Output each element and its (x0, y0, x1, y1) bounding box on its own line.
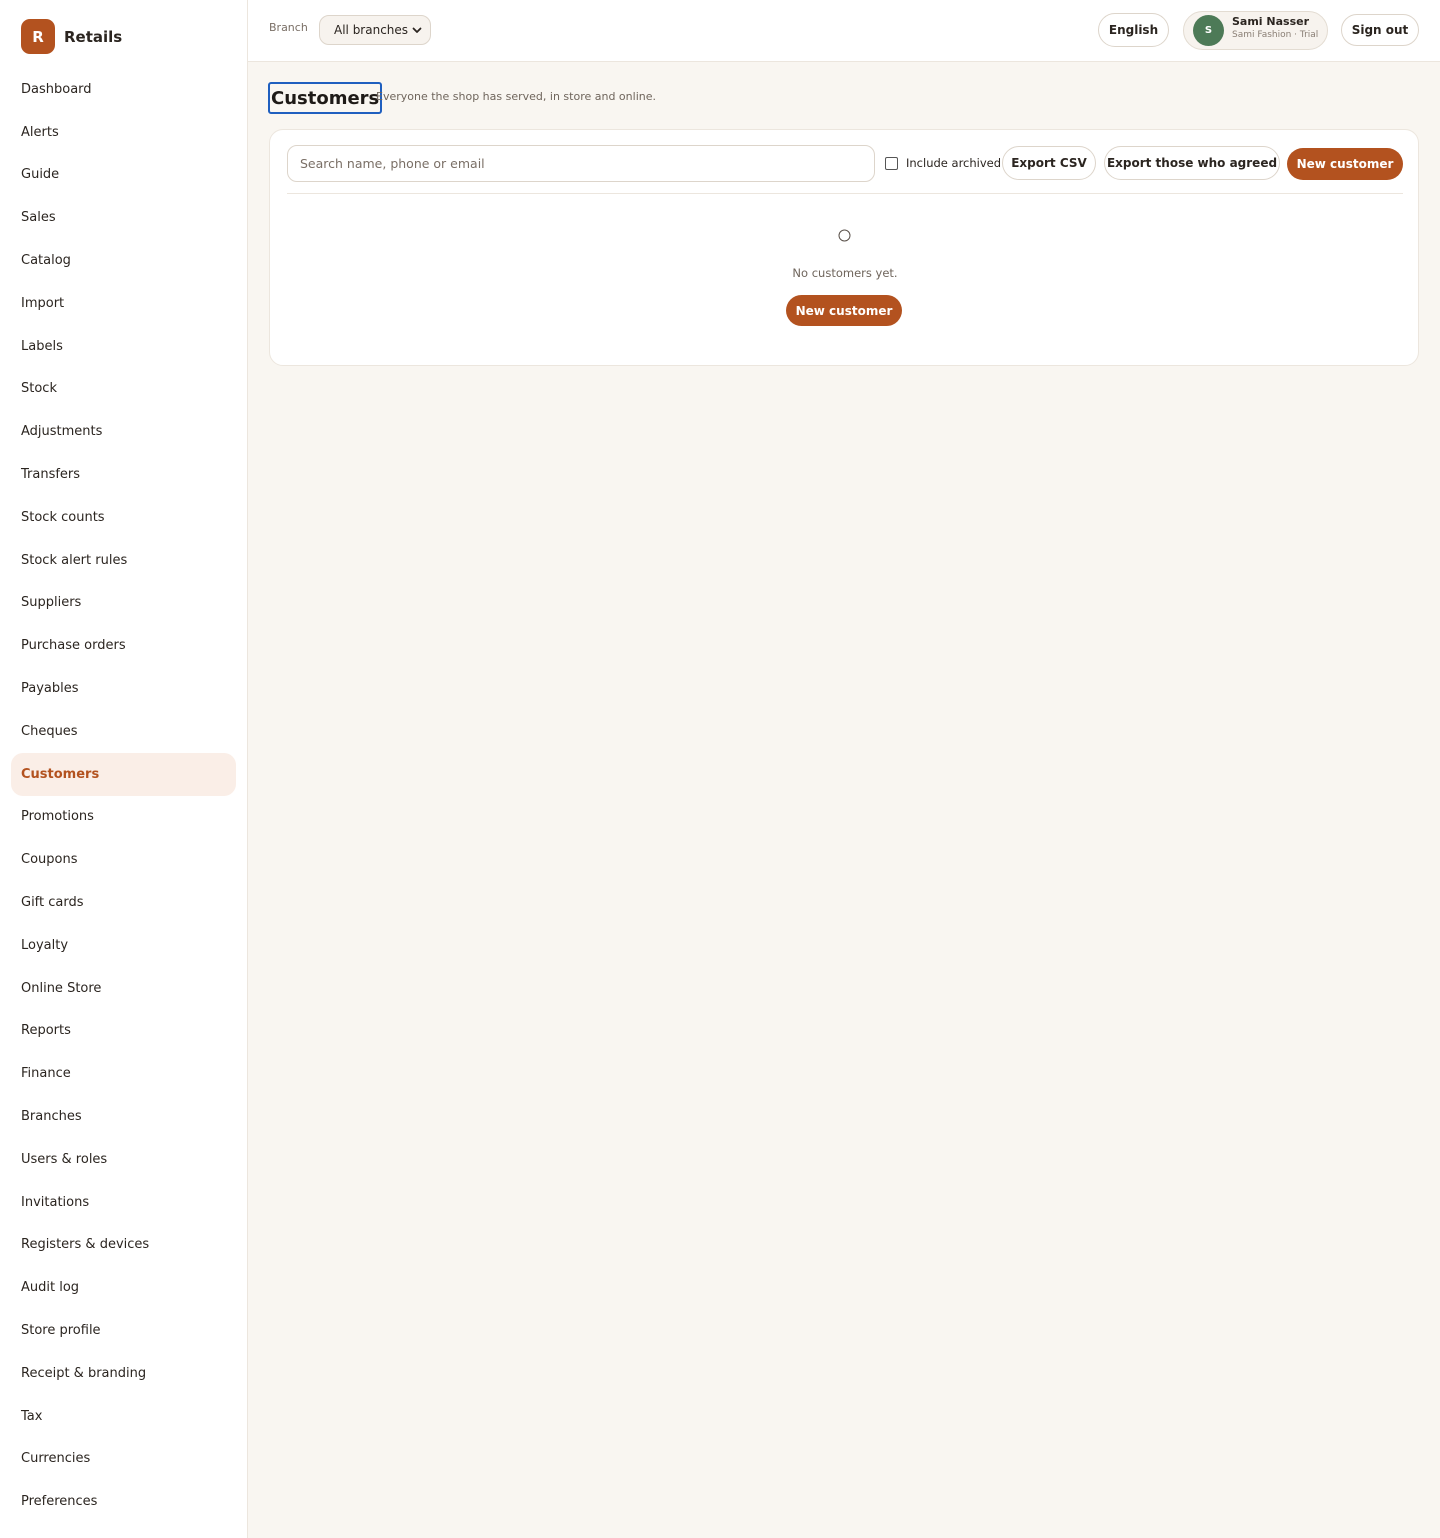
circle-icon (838, 229, 851, 242)
sidebar-item-stock-alert-rules[interactable]: Stock alert rules (11, 539, 236, 582)
sidebar-item-tax[interactable]: Tax (11, 1395, 236, 1438)
sidebar-item-transfers[interactable]: Transfers (11, 453, 236, 496)
export-csv-button[interactable]: Export CSV (1002, 146, 1096, 180)
sidebar-item-sales[interactable]: Sales (11, 196, 236, 239)
sidebar-item-dashboard[interactable]: Dashboard (11, 68, 236, 111)
sidebar-item-coupons[interactable]: Coupons (11, 838, 236, 881)
brand[interactable]: R Retails (21, 19, 122, 54)
language-button[interactable]: English (1098, 13, 1169, 47)
sidebar-item-users-and-roles[interactable]: Users & roles (11, 1138, 236, 1181)
user-name: Sami Nasser (1232, 15, 1310, 28)
sidebar-item-audit-log[interactable]: Audit log (11, 1266, 236, 1309)
sidebar-item-currencies[interactable]: Currencies (11, 1438, 236, 1481)
sidebar-item-promotions[interactable]: Promotions (11, 796, 236, 839)
include-archived-toggle[interactable]: Include archived (885, 155, 1001, 170)
empty-state-new-customer-button[interactable]: New customer (786, 295, 902, 326)
new-customer-button[interactable]: New customer (1287, 148, 1403, 180)
sidebar-item-preferences[interactable]: Preferences (11, 1480, 236, 1523)
sidebar-item-alerts[interactable]: Alerts (11, 111, 236, 154)
sidebar-item-stock[interactable]: Stock (11, 368, 236, 411)
sidebar-item-cheques[interactable]: Cheques (11, 710, 236, 753)
sidebar-item-registers-and-devices[interactable]: Registers & devices (11, 1224, 236, 1267)
sidebar-item-branches[interactable]: Branches (11, 1095, 236, 1138)
sidebar-item-labels[interactable]: Labels (11, 325, 236, 368)
sidebar-nav: Dashboard Alerts Guide Sales Catalog Import La… (11, 68, 236, 1523)
user-subtitle: Sami Fashion · Trial (1232, 30, 1319, 40)
sidebar-item-gift-cards[interactable]: Gift cards (11, 881, 236, 924)
page-subtitle: Everyone the shop has served, in store a… (376, 90, 656, 103)
sidebar-item-loyalty[interactable]: Loyalty (11, 924, 236, 967)
brand-name: Retails (64, 27, 123, 46)
sidebar-item-purchase-orders[interactable]: Purchase orders (11, 624, 236, 667)
sidebar-item-adjustments[interactable]: Adjustments (11, 410, 236, 453)
sidebar-item-payables[interactable]: Payables (11, 667, 236, 710)
include-archived-checkbox[interactable] (885, 157, 898, 170)
sidebar-item-store-profile[interactable]: Store profile (11, 1309, 236, 1352)
include-archived-label: Include archived (906, 155, 1002, 170)
branch-label: Branch (269, 21, 308, 34)
export-agreed-button[interactable]: Export those who agreed (1104, 146, 1280, 180)
sidebar-item-suppliers[interactable]: Suppliers (11, 582, 236, 625)
sidebar-item-online-store[interactable]: Online Store (11, 967, 236, 1010)
sidebar-item-stock-counts[interactable]: Stock counts (11, 496, 236, 539)
sidebar-item-reports[interactable]: Reports (11, 1010, 236, 1053)
sidebar: R Retails Dashboard Alerts Guide Sales Catal… (0, 0, 248, 1538)
sidebar-item-receipt-and-branding[interactable]: Receipt & branding (11, 1352, 236, 1395)
sidebar-item-import[interactable]: Import (11, 282, 236, 325)
brand-logo: R (21, 19, 55, 54)
customers-card: Include archived Export CSV Export those… (269, 129, 1419, 366)
chevron-down-icon (412, 27, 422, 33)
divider (287, 193, 1403, 194)
branch-select[interactable]: All branches (319, 15, 431, 45)
sidebar-item-catalog[interactable]: Catalog (11, 239, 236, 282)
branch-select-value: All branches (334, 23, 409, 37)
sidebar-item-finance[interactable]: Finance (11, 1052, 236, 1095)
sidebar-item-guide[interactable]: Guide (11, 154, 236, 197)
page-title: Customers (268, 82, 383, 114)
sign-out-button[interactable]: Sign out (1341, 14, 1419, 46)
topbar: Branch All branches English S Sami Nasse… (248, 0, 1440, 62)
avatar: S (1193, 15, 1224, 46)
empty-state-message: No customers yet. (792, 266, 898, 280)
sidebar-item-customers[interactable]: Customers (11, 752, 236, 796)
search-input[interactable] (287, 145, 875, 182)
user-menu[interactable]: S Sami Nasser Sami Fashion · Trial (1183, 11, 1328, 50)
sidebar-item-invitations[interactable]: Invitations (11, 1181, 236, 1224)
